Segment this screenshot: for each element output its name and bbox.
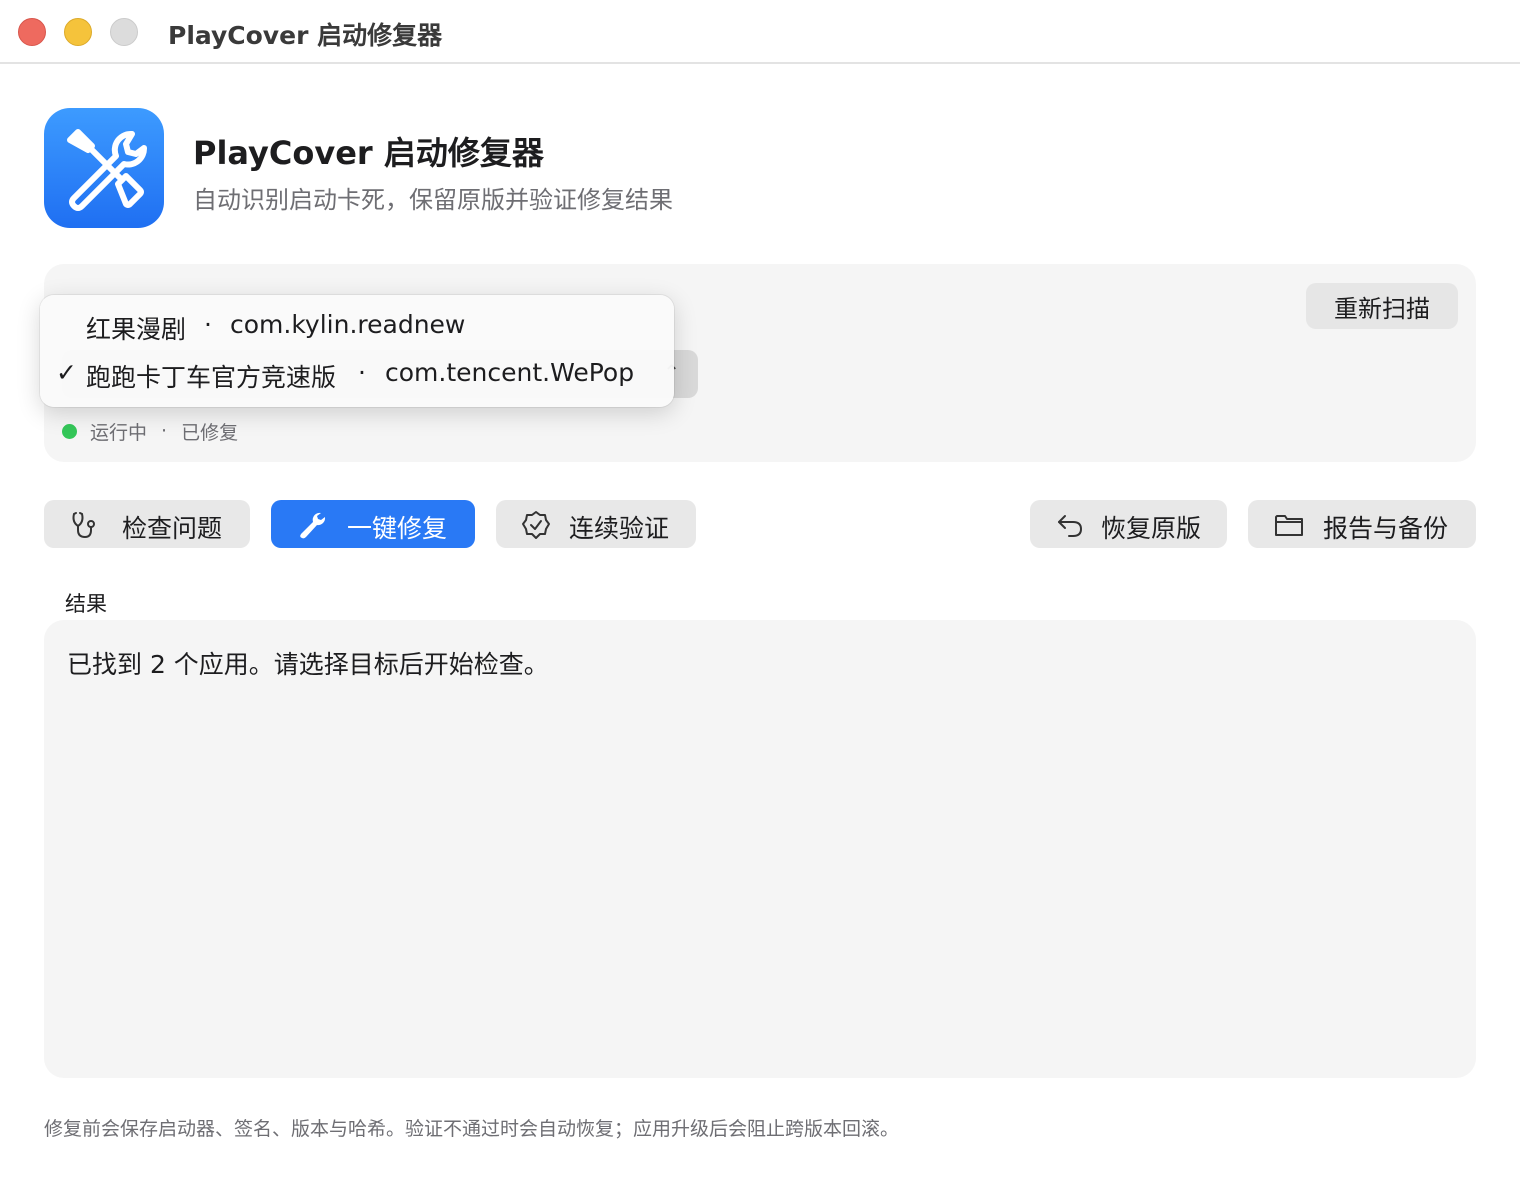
menu-item-hongguo[interactable]: 红果漫剧 · com.kylin.readnew xyxy=(40,303,674,349)
result-text: 已找到 2 个应用。请选择目标后开始检查。 xyxy=(67,650,549,679)
close-window-button[interactable] xyxy=(18,18,46,46)
app-status: 运行中 · 已修复 xyxy=(62,418,238,444)
report-label: 报告与备份 xyxy=(1323,514,1449,543)
menu-item-bundle-id: com.kylin.readnew xyxy=(230,310,466,339)
wrench-screwdriver-icon xyxy=(44,108,164,228)
status-state: 已修复 xyxy=(181,421,239,444)
menu-item-name: 红果漫剧 xyxy=(86,315,187,344)
undo-arrow-icon xyxy=(1058,515,1082,537)
menu-item-paopao[interactable]: ✓ 跑跑卡丁车官方竞速版 · com.tencent.WePop xyxy=(40,351,674,397)
stethoscope-icon xyxy=(72,512,95,539)
checkmark-icon: ✓ xyxy=(56,358,77,387)
verify-label: 连续验证 xyxy=(569,514,670,543)
restore-original-button[interactable]: 恢复原版 xyxy=(1030,500,1227,548)
footer-note: 修复前会保存启动器、签名、版本与哈希。验证不通过时会自动恢复；应用升级后会阻止跨… xyxy=(44,1118,900,1140)
fix-label: 一键修复 xyxy=(347,514,448,543)
app-dropdown-menu: 红果漫剧 · com.kylin.readnew ✓ 跑跑卡丁车官方竞速版 · … xyxy=(40,295,674,407)
result-text-area[interactable]: 已找到 2 个应用。请选择目标后开始检查。 xyxy=(44,620,1476,1078)
status-separator: · xyxy=(161,420,168,442)
app-subtitle: 自动识别启动卡死，保留原版并验证修复结果 xyxy=(193,186,673,214)
zoom-window-button[interactable] xyxy=(110,18,138,46)
one-click-fix-button[interactable]: 一键修复 xyxy=(271,500,475,548)
rescan-button[interactable]: 重新扫描 xyxy=(1306,283,1458,329)
status-dot-icon xyxy=(62,423,77,439)
wrench-icon xyxy=(300,512,326,539)
menu-item-name: 跑跑卡丁车官方竞速版 xyxy=(86,363,337,392)
restore-label: 恢复原版 xyxy=(1101,514,1202,543)
folder-icon xyxy=(1275,515,1303,536)
window-title: PlayCover 启动修复器 xyxy=(168,21,443,50)
result-label: 结果 xyxy=(65,592,107,616)
main-window: PlayCover 启动修复器 PlayCover 启动修复器 自动识别启动卡死… xyxy=(0,0,1520,1184)
title-bar: PlayCover 启动修复器 xyxy=(0,0,1520,64)
inspect-label: 检查问题 xyxy=(122,514,223,543)
menu-item-bundle-id: com.tencent.WePop xyxy=(385,358,635,387)
report-backup-button[interactable]: 报告与备份 xyxy=(1248,500,1476,548)
minimize-window-button[interactable] xyxy=(64,18,92,46)
status-running: 运行中 xyxy=(90,421,148,444)
menu-item-separator: · xyxy=(204,310,212,339)
app-title: PlayCover 启动修复器 xyxy=(193,134,544,172)
menu-item-separator: · xyxy=(358,358,366,387)
continuous-verify-button[interactable]: 连续验证 xyxy=(496,500,696,548)
checkmark-seal-icon xyxy=(522,511,550,539)
inspect-button[interactable]: 检查问题 xyxy=(44,500,250,548)
